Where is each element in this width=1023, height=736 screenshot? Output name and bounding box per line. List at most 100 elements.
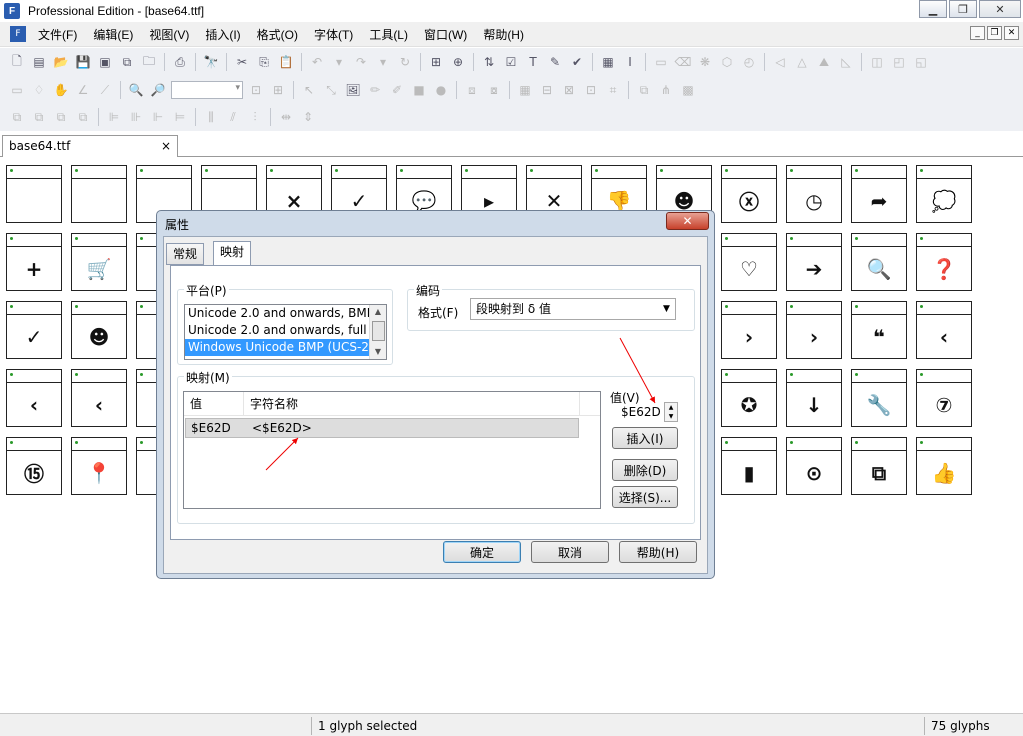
mdi-restore-button[interactable]: ❐ [987, 26, 1002, 40]
tab-mapping[interactable]: 映射 [213, 241, 252, 265]
copy-doc-icon[interactable]: ⧉ [116, 52, 138, 72]
shape-icon[interactable]: ⬡ [716, 52, 738, 72]
document-icon[interactable]: F [10, 26, 26, 42]
glyph-cell[interactable]: ◷ [786, 165, 842, 223]
arrange-a-icon[interactable]: ⧉ [6, 107, 28, 127]
glyph-cell[interactable]: ✓ [6, 301, 62, 359]
glyph-cell[interactable]: 🔍 [851, 233, 907, 291]
repeat-icon[interactable]: ↻ [394, 52, 416, 72]
select-rect-icon[interactable]: ▭ [6, 80, 28, 100]
zoom-out-icon[interactable]: 🔎 [147, 80, 169, 100]
sort-icon[interactable]: ⇅ [478, 52, 500, 72]
menu-format[interactable]: 格式(O) [249, 26, 306, 43]
help-button[interactable]: 帮助(H) [619, 541, 697, 563]
menu-font[interactable]: 字体(T) [306, 26, 361, 43]
rectangle-icon[interactable]: ■ [408, 80, 430, 100]
glyph-cell[interactable]: ☻ [71, 301, 127, 359]
save-all-icon[interactable]: ▣ [94, 52, 116, 72]
glyph-cell[interactable]: ✪ [721, 369, 777, 427]
add-glyph-plus-icon[interactable]: ⊕ [447, 52, 469, 72]
copy-icon[interactable]: ⎘ [253, 52, 275, 72]
distribute-c-icon[interactable]: ⫶ [244, 107, 266, 127]
delete-button[interactable]: 删除(D) [612, 459, 678, 481]
glyph-cell[interactable]: ➔ [786, 233, 842, 291]
value-field[interactable]: $E62D [621, 405, 661, 419]
measure-icon[interactable]: ∠ [72, 80, 94, 100]
frame-b-icon[interactable]: ⧇ [483, 80, 505, 100]
align-c-icon[interactable]: ⊩ [147, 107, 169, 127]
folder-icon[interactable]: 🗀 [138, 52, 160, 72]
close-window-button[interactable]: ✕ [979, 0, 1021, 18]
clock-icon[interactable]: ◴ [738, 52, 760, 72]
glyph-cell[interactable]: ‹ [916, 301, 972, 359]
grid-icon[interactable]: ⊞ [267, 80, 289, 100]
zoom-combo[interactable] [171, 81, 243, 99]
platform-option-selected[interactable]: Windows Unicode BMP (UCS-2) [185, 339, 370, 356]
value-spinner[interactable]: ▲ ▼ [664, 402, 678, 422]
table-icon[interactable]: ▦ [514, 80, 536, 100]
table-b-icon[interactable]: ⊟ [536, 80, 558, 100]
platform-scrollbar[interactable]: ▲ ▼ [369, 305, 386, 359]
arrange-c-icon[interactable]: ⧉ [50, 107, 72, 127]
menu-tools[interactable]: 工具(L) [361, 26, 416, 43]
qr-icon[interactable]: ▩ [677, 80, 699, 100]
glyph-cell[interactable] [71, 165, 127, 223]
scroll-down-icon[interactable]: ▼ [370, 345, 386, 359]
scroll-up-icon[interactable]: ▲ [370, 305, 386, 319]
find-icon[interactable]: 🔭 [200, 52, 222, 72]
minimize-button[interactable]: ▁ [919, 0, 947, 18]
align-a-icon[interactable]: ⊫ [103, 107, 125, 127]
spacing-a-icon[interactable]: ⇹ [275, 107, 297, 127]
frame-icon[interactable]: ⧈ [461, 80, 483, 100]
new-icon[interactable]: 🗋 [6, 52, 28, 72]
mapping-listview[interactable]: 值 字符名称 $E62D <$E62D> [183, 391, 601, 509]
glyph-cell[interactable]: ⑮ [6, 437, 62, 495]
hand-icon[interactable]: ✋ [50, 80, 72, 100]
lasso-icon[interactable]: ♢ [28, 80, 50, 100]
table-d-icon[interactable]: ⊡ [580, 80, 602, 100]
glyph-cell[interactable]: ‹ [71, 369, 127, 427]
spacing-b-icon[interactable]: ⇕ [297, 107, 319, 127]
platform-option[interactable]: Unicode 2.0 and onwards, BMP [185, 305, 370, 322]
glyph-cell[interactable]: ❝ [851, 301, 907, 359]
pen-icon[interactable]: ✏ [364, 80, 386, 100]
slope-icon[interactable]: ◺ [835, 52, 857, 72]
menu-edit[interactable]: 编辑(E) [85, 26, 141, 43]
undo-list-icon[interactable]: ▾ [328, 52, 350, 72]
arrange-d-icon[interactable]: ⧉ [72, 107, 94, 127]
glyph-cell[interactable]: › [721, 301, 777, 359]
pointer-icon[interactable]: ↖ [298, 80, 320, 100]
undo-icon[interactable]: ↶ [306, 52, 328, 72]
ellipse-icon[interactable]: ● [430, 80, 452, 100]
mdi-minimize-button[interactable]: _ [970, 26, 985, 40]
image-icon[interactable]: 🖼 [342, 80, 364, 100]
transform-icon[interactable]: ❋ [694, 52, 716, 72]
arrange-b-icon[interactable]: ⧉ [28, 107, 50, 127]
distribute-b-icon[interactable]: ⫽ [222, 107, 244, 127]
save-icon[interactable]: 💾 [72, 52, 94, 72]
glyph-cell[interactable]: 📍 [71, 437, 127, 495]
glyph-cell[interactable]: 💭 [916, 165, 972, 223]
fit-icon[interactable]: ⊡ [245, 80, 267, 100]
layers-b-icon[interactable]: ◰ [888, 52, 910, 72]
glyph-cell[interactable]: ⧉ [851, 437, 907, 495]
zoom-in-icon[interactable]: 🔍 [125, 80, 147, 100]
ok-button[interactable]: 确定 [443, 541, 521, 563]
scroll-thumb[interactable] [372, 321, 385, 341]
menu-help[interactable]: 帮助(H) [475, 26, 532, 43]
glyph-cell[interactable] [6, 165, 62, 223]
glyph-cell[interactable]: ➦ [851, 165, 907, 223]
table-c-icon[interactable]: ⊠ [558, 80, 580, 100]
print-icon[interactable]: ⎙ [169, 52, 191, 72]
format-combo[interactable]: 段映射到 δ 值 ▼ [470, 298, 676, 320]
pencil-icon[interactable]: ✐ [386, 80, 408, 100]
paste-icon[interactable]: 📋 [275, 52, 297, 72]
platform-option[interactable]: Unicode 2.0 and onwards, full [185, 322, 370, 339]
cancel-button[interactable]: 取消 [531, 541, 609, 563]
column-value[interactable]: 值 [184, 392, 244, 416]
glyph-cell[interactable]: ‹ [6, 369, 62, 427]
redo-list-icon[interactable]: ▾ [372, 52, 394, 72]
align-left-icon[interactable]: ◁ [769, 52, 791, 72]
glyph-cell[interactable]: ⓧ [721, 165, 777, 223]
distribute-a-icon[interactable]: ⫼ [200, 107, 222, 127]
